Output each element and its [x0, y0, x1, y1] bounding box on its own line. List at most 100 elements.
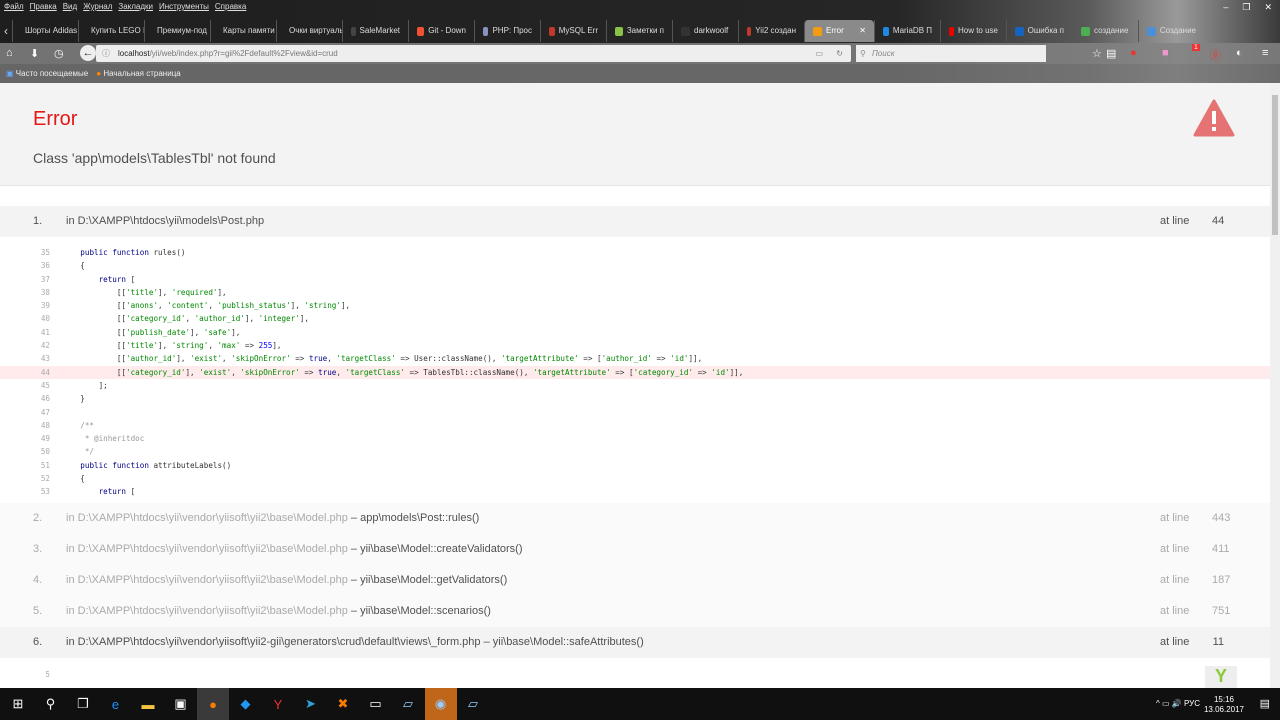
- browser-tab[interactable]: Yii2 создан: [738, 20, 804, 42]
- browser-tab[interactable]: Git - Down: [408, 20, 474, 42]
- scrollbar[interactable]: [1270, 83, 1280, 688]
- tab-label: Git - Down: [428, 26, 466, 35]
- browser-tab[interactable]: создание: [1072, 20, 1138, 42]
- search-icon[interactable]: ⚲: [35, 688, 67, 720]
- browser-tab[interactable]: Ошибка п: [1006, 20, 1072, 42]
- history-icon[interactable]: ◷: [54, 47, 64, 60]
- bookmark-star-icon[interactable]: ☆: [1092, 47, 1102, 60]
- bookmark-start-page[interactable]: ● Начальная страница: [96, 69, 180, 78]
- reload-icon[interactable]: ↻: [836, 45, 843, 62]
- line-number: 751: [1212, 604, 1231, 617]
- code-line: 42 [['title'], 'string', 'max' => 255],: [0, 339, 1270, 352]
- clipboard-icon[interactable]: ▤: [1106, 47, 1116, 60]
- browser-tab[interactable]: MariaDB П: [874, 20, 940, 42]
- browser-tab[interactable]: Создание: [1138, 20, 1204, 42]
- code-line: 47: [0, 406, 1270, 419]
- steam-icon[interactable]: ◉: [424, 688, 457, 720]
- firefox-icon[interactable]: ●: [197, 688, 229, 720]
- folder-icon: ▣: [6, 69, 14, 78]
- edge-icon[interactable]: e: [100, 688, 132, 720]
- bookmark-most-visited[interactable]: ▣ Часто посещаемые: [6, 69, 88, 78]
- browser-tab[interactable]: Карты памяти: [210, 20, 276, 42]
- tab-label: Заметки п: [626, 26, 664, 35]
- pinterest-icon[interactable]: ⓟ: [1210, 47, 1221, 63]
- address-bar[interactable]: ⓘ localhost/yii/web/index.php?r=gii%2Fdef…: [96, 45, 851, 62]
- stack-frame[interactable]: 3. in D:\XAMPP\htdocs\yii\vendor\yiisoft\…: [0, 533, 1270, 565]
- hamburger-menu-icon[interactable]: ≡: [1262, 47, 1268, 59]
- menu-item[interactable]: Вид: [63, 2, 77, 11]
- browser-tab[interactable]: Error ✕: [804, 20, 874, 42]
- action-center-icon[interactable]: ▤: [1260, 697, 1270, 710]
- browser-tab[interactable]: MySQL Err: [540, 20, 606, 42]
- tab-label: Купить LEGO I: [91, 26, 144, 35]
- file-explorer-icon[interactable]: ▬: [132, 688, 164, 720]
- tab-label: Шорты Adidas: [25, 26, 78, 35]
- vscode-icon[interactable]: ◆: [230, 688, 262, 720]
- clock[interactable]: 15:16 13.06.2017: [1204, 695, 1244, 715]
- sync-icon[interactable]: ◐: [1236, 47, 1243, 59]
- favicon-icon: [813, 26, 822, 36]
- code-line: 45 ];: [0, 379, 1270, 392]
- stack-frame[interactable]: 5. in D:\XAMPP\htdocs\yii\vendor\yiisoft\…: [0, 595, 1270, 627]
- yii-debug-logo[interactable]: Y: [1205, 666, 1237, 688]
- browser-tab[interactable]: Купить LEGO I: [78, 20, 144, 42]
- code-line-number: 37: [40, 274, 50, 284]
- code-line-number: 36: [40, 261, 50, 271]
- menu-item[interactable]: Справка: [215, 2, 246, 11]
- info-icon[interactable]: ⓘ: [102, 45, 110, 62]
- code-line-number: 41: [40, 327, 50, 337]
- file-path: in D:\XAMPP\htdocs\yii\vendor\yiisoft\yi…: [66, 573, 348, 586]
- tab-label: Создание: [1159, 26, 1196, 35]
- frame-file: in D:\XAMPP\htdocs\yii\vendor\yiisoft\yi…: [66, 605, 491, 617]
- telegram-icon[interactable]: ➤: [295, 688, 327, 720]
- stack-frame[interactable]: 2. in D:\XAMPP\htdocs\yii\vendor\yiisoft\…: [0, 502, 1270, 534]
- close-window-icon[interactable]: ✕: [1264, 2, 1272, 13]
- browser-tab[interactable]: PHP: Проc: [474, 20, 540, 42]
- store-icon[interactable]: ▣: [165, 688, 197, 720]
- code-text: public function rules(): [80, 248, 186, 257]
- menu-item[interactable]: Правка: [30, 2, 57, 11]
- browser-tab[interactable]: Очки виртуаль: [276, 20, 342, 42]
- back-button[interactable]: ←: [80, 45, 96, 61]
- notepad2-icon[interactable]: ▱: [457, 688, 489, 720]
- at-line-label: at line: [1160, 215, 1190, 227]
- task-view-icon[interactable]: ❐: [67, 688, 99, 720]
- maximize-icon[interactable]: ❐: [1242, 2, 1250, 13]
- browser-tab[interactable]: Заметки п: [606, 20, 672, 42]
- close-tab-icon[interactable]: ✕: [859, 20, 866, 42]
- notepad-icon[interactable]: ▱: [392, 688, 424, 720]
- adblock-icon[interactable]: ●: [1130, 47, 1137, 59]
- windows-start-icon[interactable]: ⊞: [2, 688, 34, 720]
- extension-icon[interactable]: ■: [1162, 47, 1169, 59]
- terminal-icon[interactable]: ▭: [360, 688, 392, 720]
- language-indicator[interactable]: РУС: [1184, 699, 1200, 708]
- menu-item[interactable]: Файл: [4, 2, 24, 11]
- browser-tab[interactable]: darkwoolf: [672, 20, 738, 42]
- favicon-icon: [883, 26, 889, 36]
- at-line-label: at line: [1160, 604, 1190, 617]
- yandex-icon[interactable]: Y: [262, 688, 294, 720]
- line-number: 187: [1212, 573, 1231, 586]
- xampp-icon[interactable]: ✖: [327, 688, 359, 720]
- favicon-icon: [1081, 26, 1090, 36]
- download-icon[interactable]: ⬇: [30, 47, 39, 60]
- tab-scroll-left-icon[interactable]: ‹: [0, 24, 12, 38]
- stack-frame[interactable]: 1. in D:\XAMPP\htdocs\yii\models\Post.php…: [0, 206, 1270, 237]
- stack-frame[interactable]: 4. in D:\XAMPP\htdocs\yii\vendor\yiisoft\…: [0, 564, 1270, 596]
- browser-tab[interactable]: SaleMarket: [342, 20, 408, 42]
- minimize-icon[interactable]: –: [1223, 2, 1228, 13]
- browser-tab[interactable]: How to use: [940, 20, 1006, 42]
- search-input[interactable]: ⚲ Поиск: [856, 45, 1046, 62]
- reader-view-icon[interactable]: ▭: [815, 45, 823, 62]
- stack-frame[interactable]: 6. in D:\XAMPP\htdocs\yii\vendor\yiisoft\…: [0, 626, 1270, 658]
- menu-item[interactable]: Журнал: [83, 2, 112, 11]
- menu-item[interactable]: Инструменты: [159, 2, 209, 11]
- home-icon[interactable]: ⌂: [6, 47, 13, 59]
- browser-tab[interactable]: Шорты Adidas: [12, 20, 78, 42]
- code-text: [['category_id', 'author_id'], 'integer'…: [62, 314, 309, 324]
- browser-tab[interactable]: Премиум-под: [144, 20, 210, 42]
- menu-item[interactable]: Закладки: [118, 2, 153, 11]
- system-tray[interactable]: ^ ▭ 🔊 РУС: [1156, 699, 1200, 708]
- notification-badge[interactable]: 1: [1192, 44, 1200, 51]
- tab-label: Карты памяти: [223, 26, 275, 35]
